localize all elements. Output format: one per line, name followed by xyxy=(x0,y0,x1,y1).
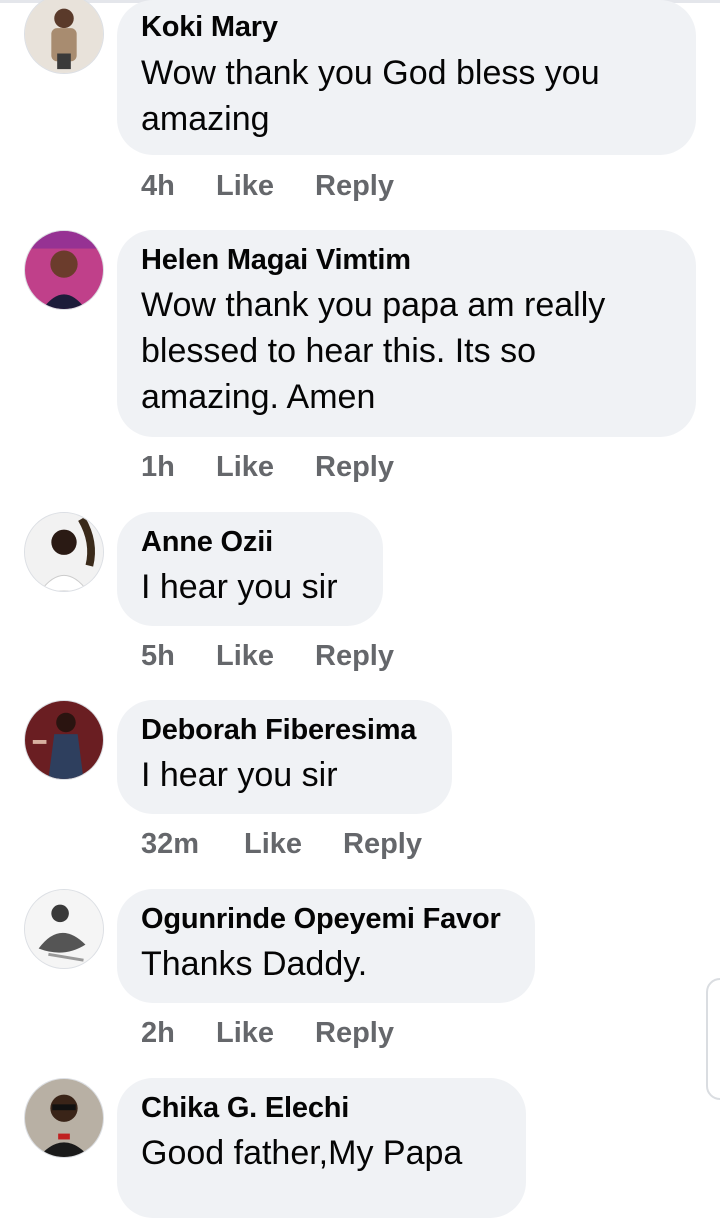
reply-button[interactable]: Reply xyxy=(315,640,394,673)
comment-bubble[interactable]: Ogunrinde Opeyemi Favor Thanks Daddy. xyxy=(117,889,535,1003)
comment-text-line: amazing xyxy=(141,100,270,138)
avatar[interactable] xyxy=(24,230,104,310)
comment-timestamp[interactable]: 4h xyxy=(141,170,175,203)
avatar[interactable] xyxy=(24,889,104,969)
like-button[interactable]: Like xyxy=(216,640,274,673)
like-button[interactable]: Like xyxy=(244,828,302,861)
scroll-edge-handle[interactable] xyxy=(706,978,720,1100)
comment-bubble[interactable]: Helen Magai Vimtim Wow thank you papa am… xyxy=(117,230,696,437)
like-button[interactable]: Like xyxy=(216,451,274,484)
comment-text-line: I hear you sir xyxy=(141,568,338,606)
comment-text: I hear you sir xyxy=(141,752,338,798)
reply-button[interactable]: Reply xyxy=(343,828,422,861)
like-button[interactable]: Like xyxy=(216,1017,274,1050)
comment-text-line: Thanks Daddy. xyxy=(141,945,368,983)
comment-author[interactable]: Helen Magai Vimtim xyxy=(141,244,411,277)
comment-text-line: blessed to hear this. Its so xyxy=(141,332,536,370)
comment-text-line: amazing. Amen xyxy=(141,378,376,416)
comment-text: Thanks Daddy. xyxy=(141,941,367,987)
comment-timestamp[interactable]: 32m xyxy=(141,828,199,861)
comment-author[interactable]: Chika G. Elechi xyxy=(141,1092,349,1125)
comment-text-line: Good father,My Papa xyxy=(141,1134,463,1172)
comment-text-line: I hear you sir xyxy=(141,756,338,794)
avatar[interactable] xyxy=(24,700,104,780)
comment-author[interactable]: Koki Mary xyxy=(141,11,278,44)
comment-author[interactable]: Ogunrinde Opeyemi Favor xyxy=(141,903,501,936)
comment-text-line: Wow thank you God bless you xyxy=(141,54,600,92)
reply-button[interactable]: Reply xyxy=(315,451,394,484)
comment-bubble[interactable]: Anne Ozii I hear you sir xyxy=(117,512,383,626)
comment-text: Wow thank you God bless you amazing xyxy=(141,50,600,142)
comment-text: I hear you sir xyxy=(141,564,338,610)
like-button[interactable]: Like xyxy=(216,170,274,203)
avatar[interactable] xyxy=(24,0,104,74)
reply-button[interactable]: Reply xyxy=(315,170,394,203)
comment-bubble[interactable]: Chika G. Elechi Good father,My Papa xyxy=(117,1078,526,1218)
comment-author[interactable]: Deborah Fiberesima xyxy=(141,714,416,747)
comment-timestamp[interactable]: 2h xyxy=(141,1017,175,1050)
avatar[interactable] xyxy=(24,512,104,592)
reply-button[interactable]: Reply xyxy=(315,1017,394,1050)
comment-text: Good father,My Papa xyxy=(141,1130,462,1176)
comment-bubble[interactable]: Koki Mary Wow thank you God bless you am… xyxy=(117,0,696,155)
avatar[interactable] xyxy=(24,1078,104,1158)
comment-author[interactable]: Anne Ozii xyxy=(141,526,273,559)
comment-bubble[interactable]: Deborah Fiberesima I hear you sir xyxy=(117,700,452,814)
comment-timestamp[interactable]: 1h xyxy=(141,451,175,484)
comment-text-line: Wow thank you papa am really xyxy=(141,286,606,324)
comment-timestamp[interactable]: 5h xyxy=(141,640,175,673)
comment-text: Wow thank you papa am really blessed to … xyxy=(141,282,605,420)
